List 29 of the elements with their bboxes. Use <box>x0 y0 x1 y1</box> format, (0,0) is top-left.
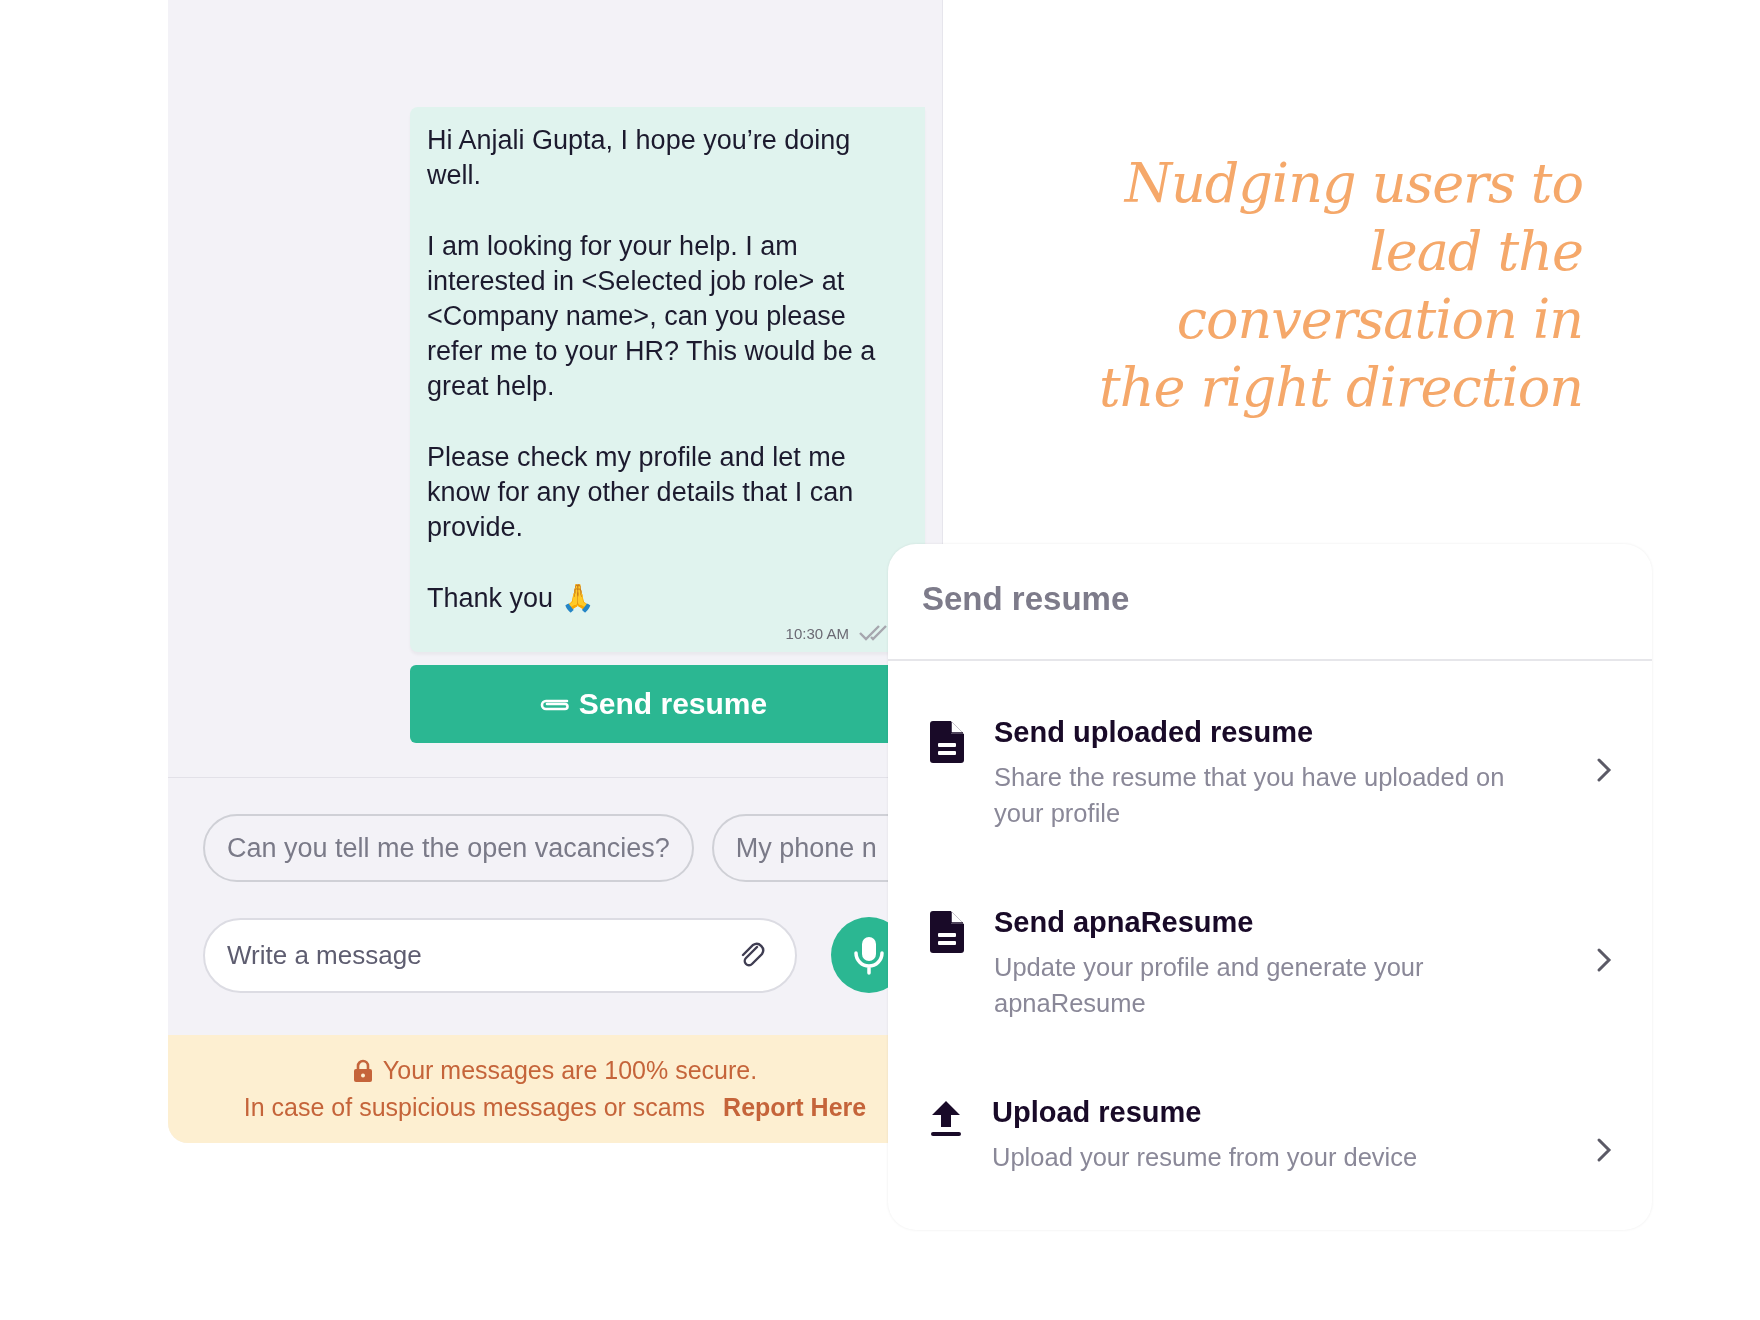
send-resume-button[interactable]: Send resume <box>410 665 888 743</box>
document-icon <box>930 911 964 953</box>
resume-option[interactable]: Send apnaResume Update your profile and generate your apnaResume <box>888 903 1652 1049</box>
sheet-title: Send resume <box>888 544 1652 661</box>
report-link[interactable]: Report Here <box>723 1093 867 1122</box>
microphone-icon <box>852 935 886 975</box>
message-text: I am looking for your help. I am interested in <Selected job role> at <Company name>, can you please refer me to your HR? This would be a great help. <box>427 230 877 403</box>
option-description: Upload your resume from your device <box>992 1142 1419 1173</box>
option-title: Upload resume <box>992 1095 1203 1130</box>
message-text: Thank you 🙏 <box>427 582 596 615</box>
suggestion-chip[interactable]: Can you tell me the open vacancies? <box>203 814 694 882</box>
message-time: 10:30 AM <box>785 624 849 642</box>
tagline: Nudging users to lead the conversation in the right direction <box>1098 151 1583 421</box>
scam-notice: In case of suspicious messages or scams <box>243 1093 706 1122</box>
security-text: Your messages are 100% secure. <box>382 1056 758 1085</box>
option-description: Share the resume that you have uploaded on your profile <box>994 762 1506 829</box>
resume-option[interactable]: Upload resume Upload your resume from your device <box>888 1093 1652 1193</box>
chevron-right-icon <box>1596 947 1612 973</box>
message-input[interactable]: Write a message <box>203 917 797 993</box>
message-text: Hi Anjali Gupta, I hope you’re doing well. <box>427 124 852 192</box>
message-text: Please check my profile and let me know for any other details that I can provide. <box>427 441 855 544</box>
option-title: Send uploaded resume <box>994 715 1315 750</box>
option-description: Update your profile and generate your apnaResume <box>994 952 1425 1019</box>
chevron-right-icon <box>1596 1137 1612 1163</box>
chevron-right-icon <box>1596 757 1612 783</box>
option-title: Send apnaResume <box>994 905 1255 940</box>
upload-icon <box>930 1101 962 1137</box>
lock-icon <box>352 1058 373 1083</box>
document-icon <box>930 721 964 763</box>
